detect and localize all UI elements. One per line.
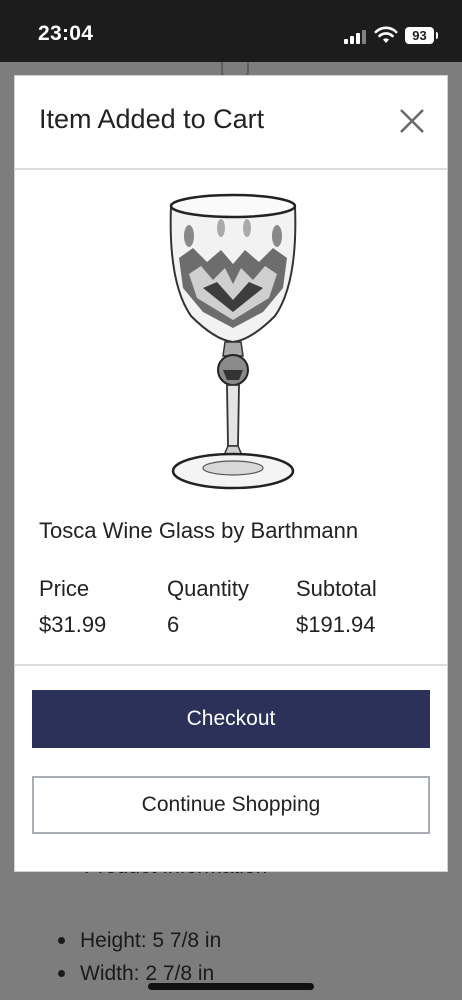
close-icon[interactable] [395,104,429,138]
price-value: $31.99 [39,612,107,637]
price-label: Price [39,576,90,601]
subtotal-column: Subtotal $191.94 [296,576,377,638]
spec-list: Height: 5 7/8 in Width: 2 7/8 in [52,924,221,990]
cellular-signal-icon [344,29,368,44]
modal-header: Item Added to Cart [15,76,447,170]
status-time: 23:04 [38,22,94,45]
divider [15,664,447,666]
modal-title: Item Added to Cart [39,104,265,134]
quantity-column: Quantity 6 [167,576,249,638]
checkout-button[interactable]: Checkout [32,690,430,748]
battery-indicator: 93 [405,27,438,44]
price-column: Price $31.99 [39,576,106,638]
status-bar: 23:04 93 [0,0,462,62]
continue-shopping-button[interactable]: Continue Shopping [32,776,430,834]
cart-modal: Item Added to Cart Tosca Wine Glass by B… [14,75,448,872]
quantity-label: Quantity [167,576,249,601]
spec-item-height: Height: 5 7/8 in [52,924,221,957]
subtotal-value: $191.94 [296,612,376,637]
product-name: Tosca Wine Glass by Barthmann [39,518,359,543]
wifi-icon [374,26,398,43]
wine-glass-image [169,193,297,490]
quantity-value: 6 [167,612,180,637]
subtotal-label: Subtotal [296,576,377,601]
home-indicator[interactable] [148,983,314,990]
